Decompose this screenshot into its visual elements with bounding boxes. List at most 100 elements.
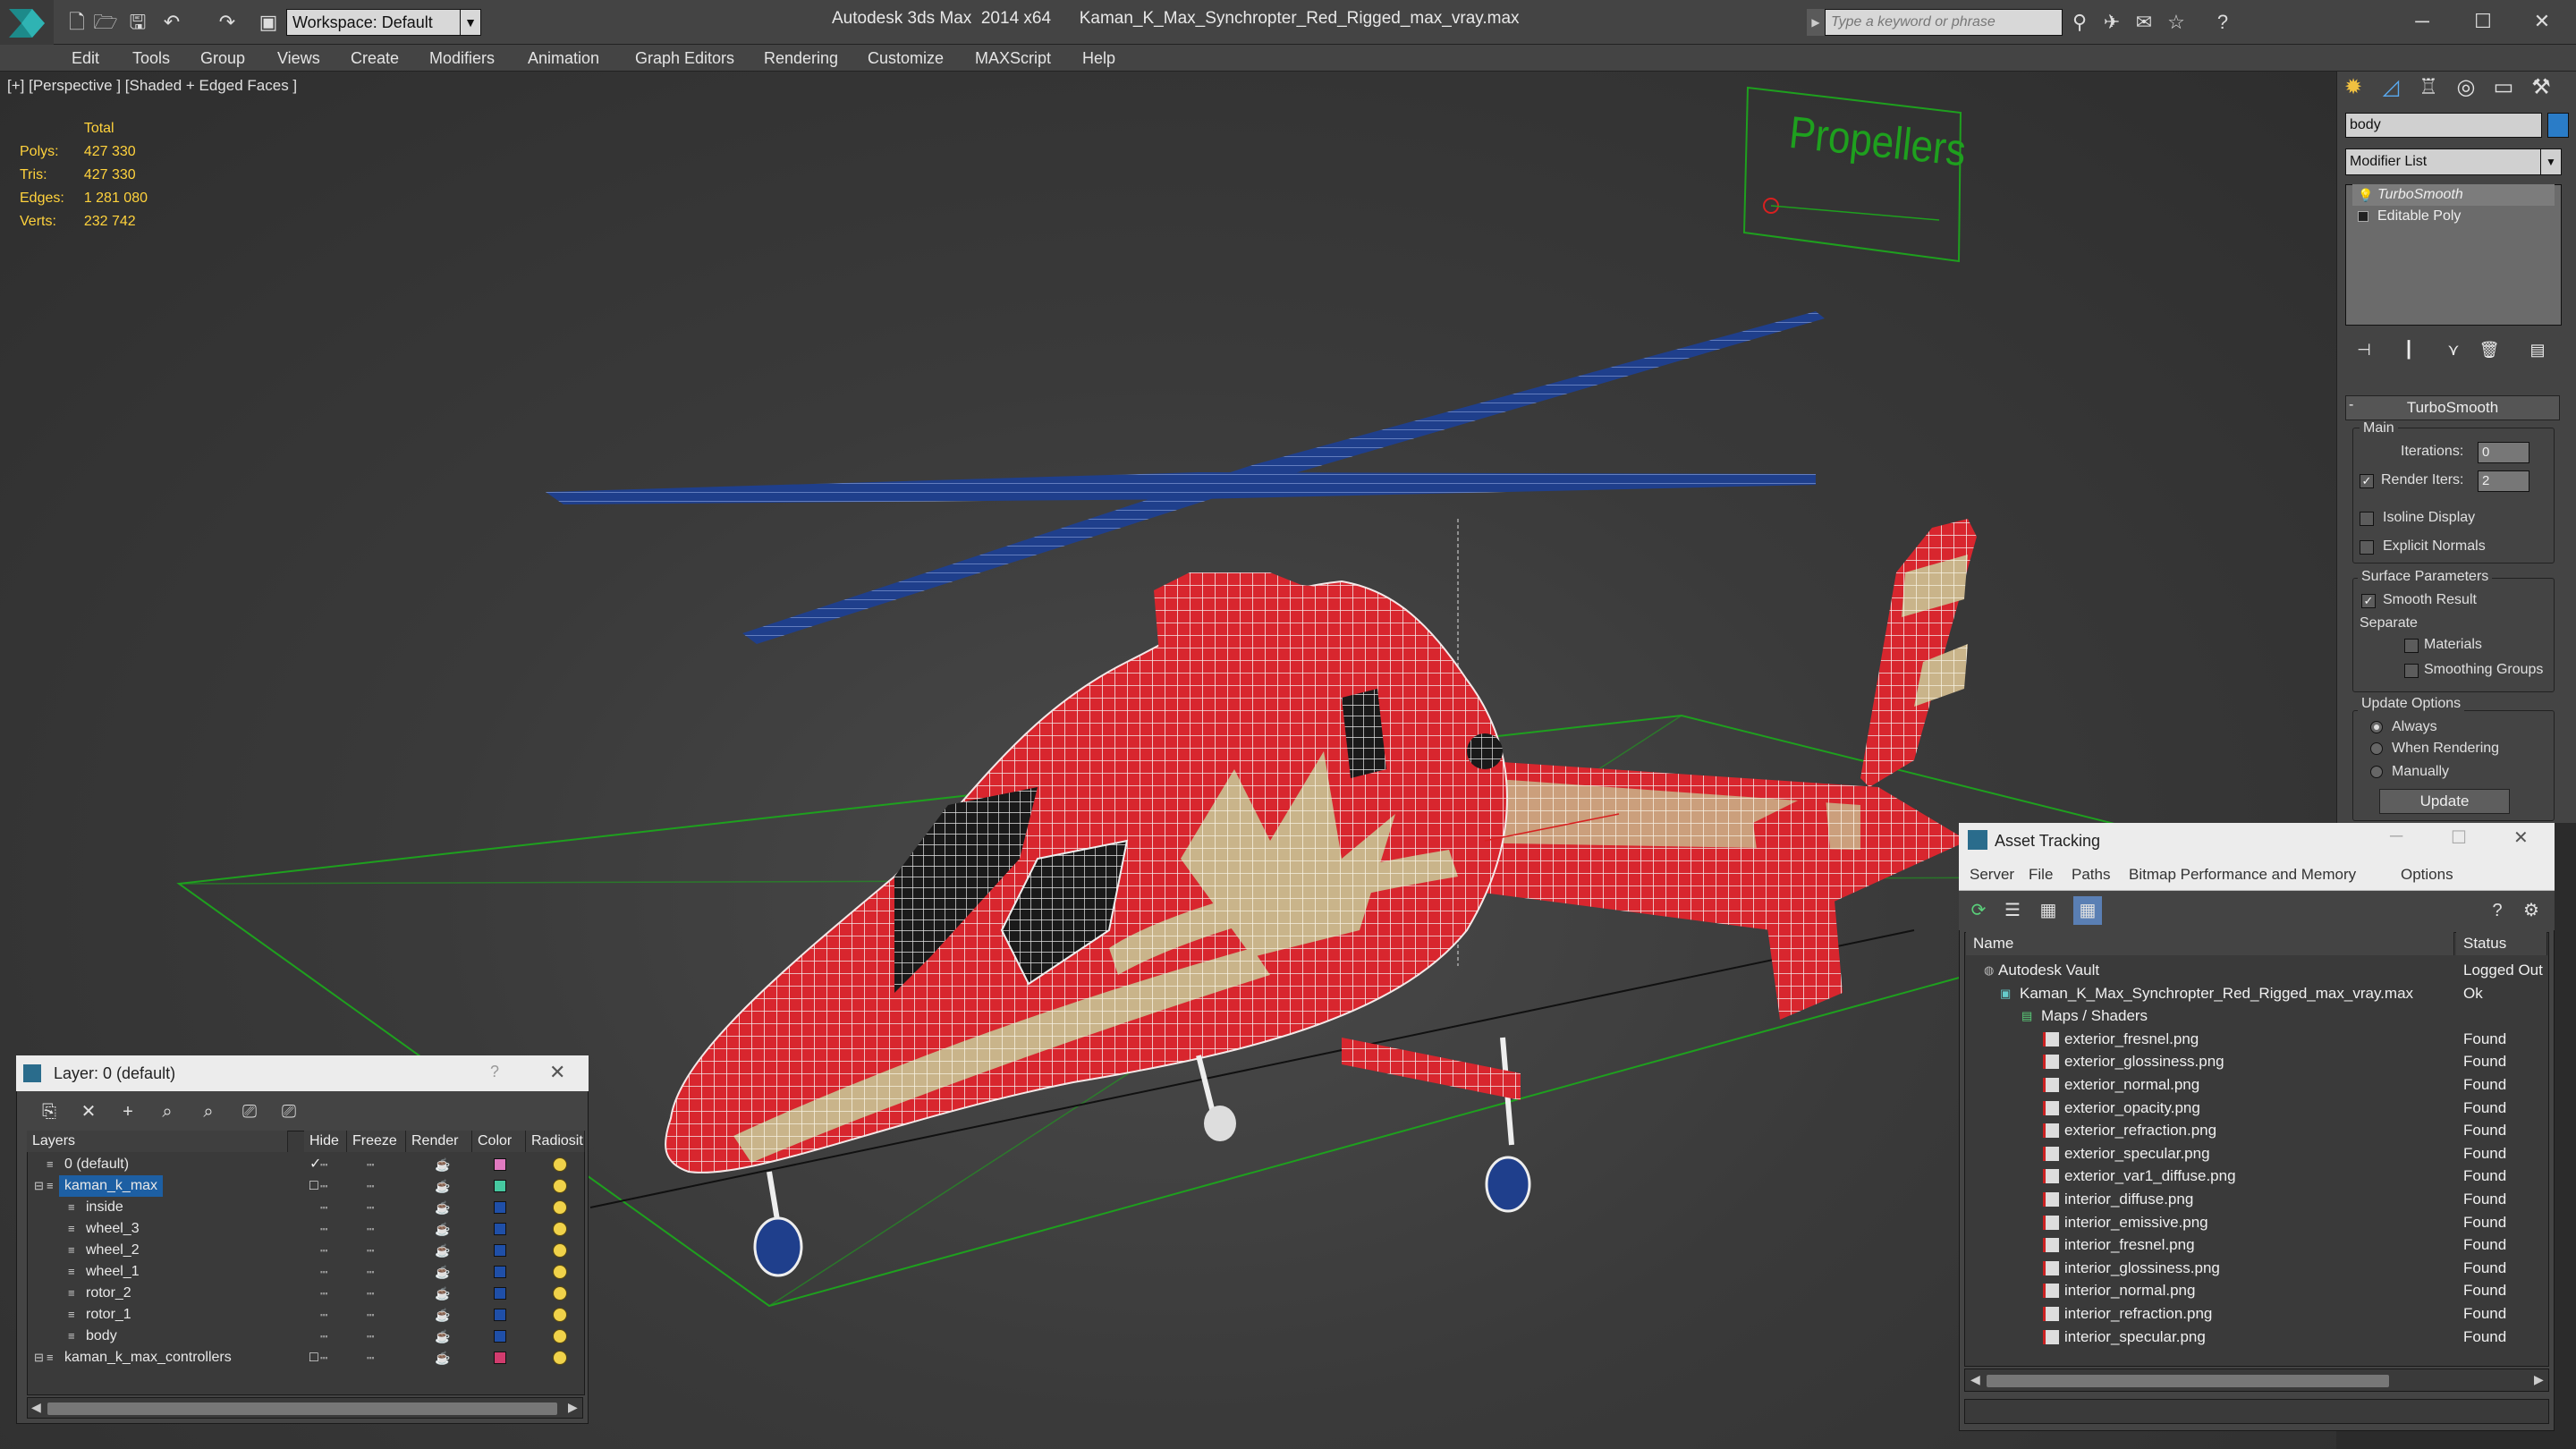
- asset-row[interactable]: ▣ Kaman_K_Max_Synchropter_Red_Rigged_max_…: [1966, 982, 2547, 1005]
- layer-color-swatch[interactable]: [494, 1287, 506, 1300]
- layer-name[interactable]: inside: [80, 1197, 129, 1218]
- lightbulb-icon[interactable]: 💡: [2358, 188, 2373, 203]
- asset-row[interactable]: interior_diffuse.png Found: [1966, 1188, 2547, 1211]
- subscription-icon[interactable]: ✈: [2098, 11, 2125, 34]
- column-header[interactable]: Hide: [304, 1131, 347, 1152]
- redo-icon[interactable]: ↷: [215, 11, 240, 34]
- layer-dialog-title[interactable]: Layer: 0 (default): [16, 1055, 589, 1091]
- stack-item-editable-poly[interactable]: Editable Poly: [2352, 206, 2555, 227]
- asset-row[interactable]: ▤ Maps / Shaders: [1966, 1004, 2547, 1028]
- iterations-spinner[interactable]: 0: [2478, 442, 2529, 463]
- render-iters-checkbox[interactable]: ✓: [2360, 474, 2374, 488]
- radiosity-icon[interactable]: [553, 1308, 567, 1322]
- layer-name[interactable]: wheel_3: [80, 1218, 145, 1240]
- hide-toggle[interactable]: ┅: [320, 1218, 327, 1240]
- column-header[interactable]: Status: [2456, 932, 2547, 955]
- render-teapot-icon[interactable]: ☕: [435, 1154, 450, 1175]
- layer-row[interactable]: ≡ rotor_2 ┅ ┅ ☕: [29, 1283, 583, 1304]
- open-file-icon[interactable]: 🗁: [93, 11, 118, 34]
- asset-row[interactable]: exterior_fresnel.png Found: [1966, 1028, 2547, 1051]
- scroll-thumb[interactable]: [1987, 1375, 2389, 1387]
- current-layer-check[interactable]: □: [309, 1347, 318, 1368]
- layer-color-swatch[interactable]: [494, 1266, 506, 1278]
- asset-row[interactable]: exterior_opacity.png Found: [1966, 1097, 2547, 1120]
- freeze-toggle[interactable]: ┅: [367, 1175, 374, 1197]
- menu-maxscript[interactable]: MAXScript: [975, 45, 1051, 72]
- layer-color-swatch[interactable]: [494, 1158, 506, 1171]
- layer-row[interactable]: ≡ wheel_2 ┅ ┅ ☕: [29, 1240, 583, 1261]
- render-teapot-icon[interactable]: ☕: [435, 1197, 450, 1218]
- layer-name[interactable]: rotor_2: [80, 1283, 137, 1304]
- freeze-toggle[interactable]: ┅: [367, 1283, 374, 1304]
- app-menu-button[interactable]: [0, 0, 54, 45]
- communication-icon[interactable]: ✉: [2131, 11, 2157, 34]
- scroll-thumb[interactable]: [47, 1402, 557, 1415]
- column-header[interactable]: Layers: [27, 1131, 288, 1152]
- settings-icon[interactable]: ⚙: [2517, 896, 2546, 925]
- layer-row[interactable]: ≡ inside ┅ ┅ ☕: [29, 1197, 583, 1218]
- asset-row[interactable]: interior_fresnel.png Found: [1966, 1233, 2547, 1257]
- isoline-display-checkbox[interactable]: [2360, 512, 2374, 526]
- layer-color-swatch[interactable]: [494, 1223, 506, 1235]
- help-icon[interactable]: ?: [2483, 896, 2512, 925]
- thumbnail-view-icon[interactable]: ▦: [2034, 896, 2063, 925]
- manually-radio[interactable]: [2370, 766, 2383, 778]
- menu-options[interactable]: Options: [2401, 859, 2453, 891]
- menu-group[interactable]: Group: [200, 45, 245, 72]
- asset-horizontal-scrollbar[interactable]: ◀ ▶: [1964, 1368, 2549, 1392]
- asset-row[interactable]: interior_refraction.png Found: [1966, 1302, 2547, 1326]
- layer-name[interactable]: wheel_2: [80, 1240, 145, 1261]
- freeze-toggle[interactable]: ┅: [367, 1347, 374, 1368]
- menu-help[interactable]: Help: [1082, 45, 1115, 72]
- menu-paths[interactable]: Paths: [2072, 859, 2110, 891]
- asset-row[interactable]: interior_emissive.png Found: [1966, 1211, 2547, 1234]
- menu-bitmap-performance[interactable]: Bitmap Performance and Memory: [2129, 859, 2356, 891]
- hide-toggle[interactable]: ┅: [320, 1240, 327, 1261]
- hierarchy-tab-icon[interactable]: ♖: [2411, 72, 2445, 104]
- layer-row[interactable]: ≡ wheel_1 ┅ ┅ ☕: [29, 1261, 583, 1283]
- layer-row[interactable]: ≡ 0 (default) ✓ ┅ ┅ ☕: [29, 1154, 583, 1175]
- current-layer-check[interactable]: □: [309, 1175, 318, 1197]
- utilities-tab-icon[interactable]: ⚒: [2524, 72, 2558, 104]
- freeze-toggle[interactable]: ┅: [367, 1304, 374, 1326]
- menu-animation[interactable]: Animation: [528, 45, 599, 72]
- show-end-result-icon[interactable]: ┃: [2397, 338, 2420, 361]
- search-expand-icon[interactable]: ▶: [1807, 9, 1825, 36]
- freeze-toggle[interactable]: ┅: [367, 1197, 374, 1218]
- layer-color-swatch[interactable]: [494, 1330, 506, 1343]
- hide-toggle[interactable]: ┅: [320, 1197, 327, 1218]
- asset-row[interactable]: interior_specular.png Found: [1966, 1326, 2547, 1349]
- scroll-left-icon[interactable]: ◀: [31, 1400, 41, 1415]
- radiosity-icon[interactable]: [553, 1351, 567, 1365]
- layer-name[interactable]: rotor_1: [80, 1304, 137, 1326]
- render-teapot-icon[interactable]: ☕: [435, 1240, 450, 1261]
- hide-toggle[interactable]: ┅: [320, 1261, 327, 1283]
- radiosity-icon[interactable]: [553, 1157, 567, 1172]
- maximize-icon[interactable]: ☐: [2463, 5, 2503, 38]
- scroll-right-icon[interactable]: ▶: [568, 1400, 578, 1415]
- explicit-normals-checkbox[interactable]: [2360, 540, 2374, 555]
- expand-icon[interactable]: [2358, 211, 2368, 222]
- radiosity-icon[interactable]: [553, 1200, 567, 1215]
- render-teapot-icon[interactable]: ☕: [435, 1283, 450, 1304]
- layer-horizontal-scrollbar[interactable]: ◀ ▶: [27, 1397, 583, 1419]
- smooth-result-checkbox[interactable]: ✓: [2361, 594, 2376, 608]
- chevron-down-icon[interactable]: ▼: [2540, 148, 2562, 175]
- create-layer-icon[interactable]: ⎘: [34, 1097, 64, 1127]
- maximize-icon[interactable]: ☐: [2451, 826, 2467, 849]
- object-name-field[interactable]: body: [2345, 113, 2542, 138]
- menu-edit[interactable]: Edit: [72, 45, 99, 72]
- scroll-left-icon[interactable]: ◀: [1970, 1372, 1980, 1387]
- column-header[interactable]: Freeze: [347, 1131, 406, 1152]
- layer-color-swatch[interactable]: [494, 1201, 506, 1214]
- asset-row[interactable]: exterior_normal.png Found: [1966, 1073, 2547, 1097]
- radiosity-icon[interactable]: [553, 1265, 567, 1279]
- minimize-icon[interactable]: ─: [2402, 5, 2442, 38]
- close-icon[interactable]: ✕: [549, 1061, 565, 1084]
- hide-toggle[interactable]: ┅: [320, 1154, 327, 1175]
- render-teapot-icon[interactable]: ☕: [435, 1218, 450, 1240]
- workspace-dropdown[interactable]: Workspace: Default: [286, 9, 465, 36]
- motion-tab-icon[interactable]: ◎: [2449, 72, 2483, 104]
- radiosity-icon[interactable]: [553, 1286, 567, 1301]
- radiosity-icon[interactable]: [553, 1179, 567, 1193]
